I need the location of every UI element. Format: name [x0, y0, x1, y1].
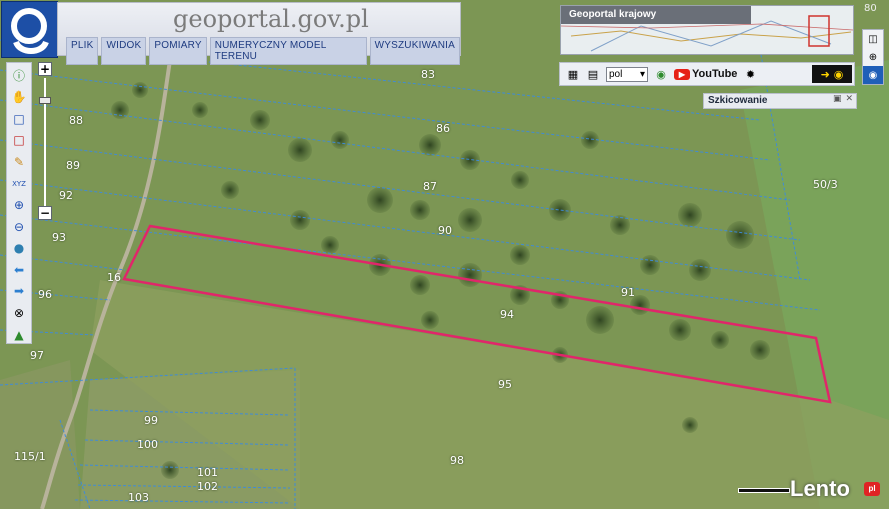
arrow-left-icon[interactable]: ⬅ — [10, 262, 28, 279]
parcel-label: 115/1 — [14, 450, 46, 463]
geoportal-logo[interactable] — [1, 1, 58, 58]
parcel-label: 89 — [66, 159, 80, 172]
eye-icon[interactable]: ◉ — [863, 66, 883, 84]
main-menu: PLIK WIDOK POMIARY NUMERYCZNY MODEL TERE… — [66, 37, 460, 65]
parcel-label: 88 — [69, 114, 83, 127]
zoom-slider[interactable]: + − — [38, 62, 52, 222]
globe-icon[interactable]: ● — [10, 240, 28, 257]
menu-widok[interactable]: WIDOK — [101, 37, 147, 65]
parcel-label: 86 — [436, 122, 450, 135]
chevron-down-icon: ▾ — [639, 68, 645, 80]
menu-nmt[interactable]: NUMERYCZNY MODEL TERENU — [209, 37, 367, 65]
sketch-panel-controls: ▣ ✕ — [833, 94, 853, 104]
info-icon[interactable]: ⓘ — [10, 67, 28, 84]
map-scale-bar — [738, 488, 790, 493]
zoom-handle[interactable] — [39, 97, 51, 104]
parcel-label: 99 — [144, 414, 158, 427]
header-bar: geoportal.gov.pl PLIK WIDOK POMIARY NUME… — [57, 2, 461, 65]
zoom-out-button[interactable]: − — [38, 206, 52, 220]
parcel-label: 87 — [423, 180, 437, 193]
parcel-label: 90 — [438, 224, 452, 237]
pencil-icon[interactable]: ✎ — [10, 154, 28, 171]
help-icon[interactable]: ◉ — [654, 67, 668, 81]
scale-icon[interactable]: ▤ — [586, 67, 600, 81]
arrow-right-icon: ➜ — [820, 67, 830, 81]
zoom-out-icon[interactable]: ⊖ — [10, 218, 28, 235]
youtube-link[interactable]: ▶ YouTube — [674, 68, 737, 80]
parcel-label: 102 — [197, 480, 218, 493]
settings-icon[interactable]: ✹ — [743, 67, 757, 81]
menu-wyszukiwania[interactable]: WYSZUKIWANIA — [369, 37, 460, 65]
menu-pomiary[interactable]: POMIARY — [149, 37, 207, 65]
parcel-label: 94 — [500, 308, 514, 321]
parcel-label: 96 — [38, 288, 52, 301]
parcel-label: 91 — [621, 286, 635, 299]
corner-value: 80 — [864, 3, 877, 14]
parcel-label: 92 — [59, 189, 73, 202]
zoom-in-icon[interactable]: ⊕ — [10, 197, 28, 214]
minimize-icon[interactable]: ▣ — [833, 94, 842, 104]
zoom-in-button[interactable]: + — [38, 62, 52, 76]
parcel-label: 100 — [137, 438, 158, 451]
left-toolbar: ⓘ ✋ □ □ ✎ XYZ ⊕ ⊖ ● ⬅ ➡ ⊗ ▲ — [6, 62, 32, 344]
layers-icon[interactable]: ◫ — [863, 30, 883, 48]
parcel-label: 16 — [107, 271, 121, 284]
language-select[interactable]: pol ▾ — [606, 66, 648, 82]
expand-icon[interactable]: ⊕ — [863, 48, 883, 66]
language-value: pol — [609, 68, 623, 80]
target-icon[interactable]: ⊗ — [10, 305, 28, 322]
brand-title: geoportal.gov.pl — [173, 5, 369, 33]
xyz-icon[interactable]: XYZ — [10, 175, 28, 192]
youtube-icon: ▶ — [674, 68, 690, 80]
overview-title: Geoportal krajowy — [561, 6, 751, 24]
watermark-badge: pl — [864, 482, 880, 496]
eye-icon: ◉ — [833, 67, 844, 81]
sketch-panel: Szkicowanie ▣ ✕ — [703, 93, 857, 109]
parcel-label: 83 — [421, 68, 435, 81]
parcel-label: 97 — [30, 349, 44, 362]
visibility-toggle[interactable]: ➜ ◉ — [812, 65, 852, 83]
parcel-label: 98 — [450, 454, 464, 467]
parcel-label: 50/3 — [813, 178, 838, 191]
menu-plik[interactable]: PLIK — [66, 37, 99, 65]
arrow-right-icon[interactable]: ➡ — [10, 283, 28, 300]
parcel-label: 103 — [128, 491, 149, 504]
parcel-label: 93 — [52, 231, 66, 244]
pan-hand-icon[interactable]: ✋ — [10, 89, 28, 106]
youtube-label: YouTube — [692, 68, 738, 80]
overview-map[interactable]: Geoportal krajowy — [560, 5, 854, 55]
sketch-panel-title: Szkicowanie — [708, 95, 768, 106]
parcel-label: 95 — [498, 378, 512, 391]
geoportal-logo-icon — [11, 8, 49, 54]
scale-map-icon[interactable]: ▲ — [10, 326, 28, 343]
right-panel: ◫ ⊕ ◉ — [862, 29, 884, 85]
legend-icon[interactable]: ▦ — [566, 67, 580, 81]
select-rect-icon[interactable]: □ — [10, 111, 28, 128]
top-toolbar: ▦ ▤ pol ▾ ◉ ▶ YouTube ✹ ➜ ◉ — [559, 62, 855, 86]
watermark-text: Lento — [790, 476, 850, 501]
select-red-icon[interactable]: □ — [10, 132, 28, 149]
parcel-label: 101 — [197, 466, 218, 479]
close-icon[interactable]: ✕ — [845, 94, 853, 104]
